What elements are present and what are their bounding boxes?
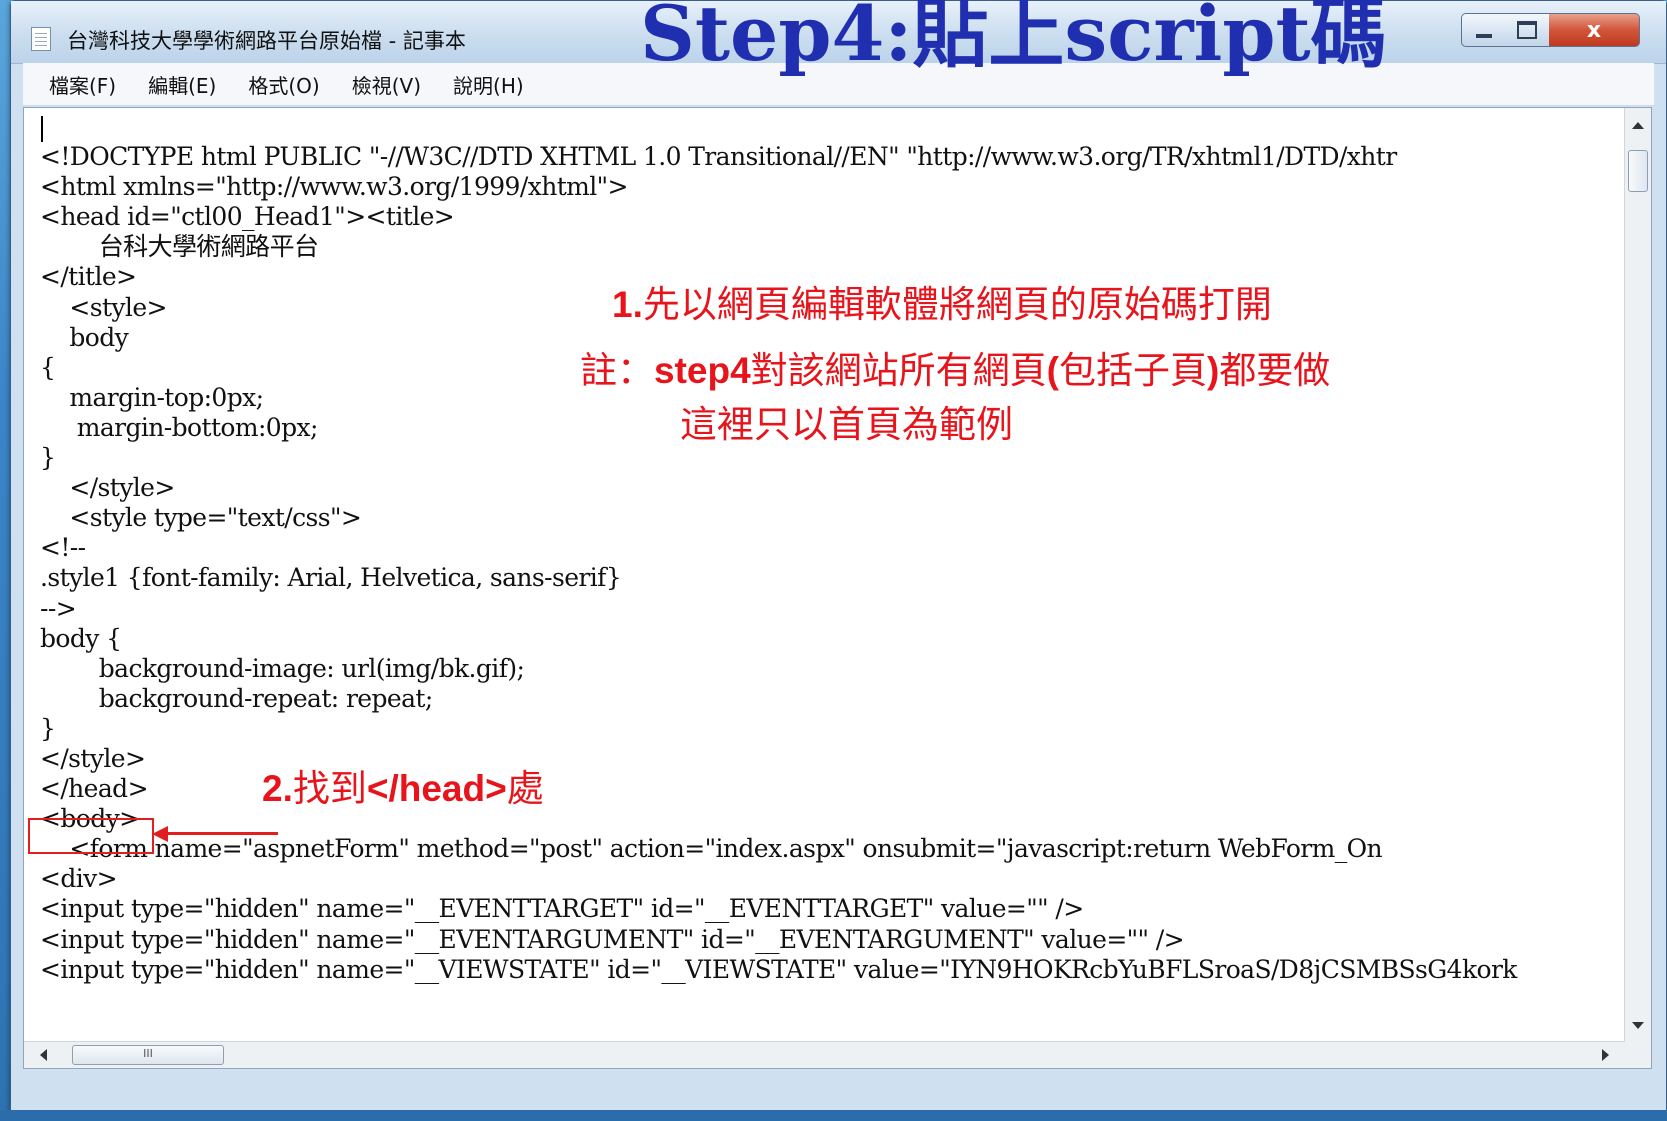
notepad-window: 台灣科技大學學術網路平台原始檔 - 記事本 x 檔案(F) 編輯(E) 格式(O… [10,0,1667,1112]
maximize-button[interactable] [1505,13,1550,47]
code-text[interactable]: <!DOCTYPE html PUBLIC "-//W3C//DTD XHTML… [40,112,1630,1068]
head-tag-highlight-box [28,818,154,854]
code-line: <input type="hidden" name="__EVENTTARGET… [40,894,1084,924]
code-line: <head id="ctl00_Head1"><title> [40,202,455,232]
minimize-button[interactable] [1461,13,1507,47]
code-line: <!DOCTYPE html PUBLIC "-//W3C//DTD XHTML… [40,142,1397,172]
scroll-up-icon[interactable] [1632,122,1644,129]
annotation-step2-text1: 找到 [292,768,367,809]
menu-item-edit[interactable]: 編輯(E) [148,70,216,99]
annotation-step1-number: 1. [612,284,643,325]
scroll-left-icon[interactable] [40,1049,47,1061]
annotation-step2-tag: </head> [366,768,507,809]
annotation-note: 註：step4對該網站所有網頁(包括子頁)都要做 [580,340,1330,394]
horizontal-scrollbar[interactable]: III [24,1041,1625,1068]
code-line: body { [40,623,122,653]
annotation-note-paren-open: ( [1046,350,1059,391]
close-button[interactable]: x [1549,13,1640,47]
code-line: } [40,713,56,743]
annotation-note-line2: 這裡只以首頁為範例 [680,404,1013,445]
menu-item-view[interactable]: 檢視(V) [352,70,421,99]
annotation-note-text2: 包括子頁 [1058,350,1207,391]
code-line: background-image: url(img/bk.gif); [40,653,525,683]
horizontal-scroll-thumb[interactable]: III [72,1045,224,1065]
menu-item-file[interactable]: 檔案(F) [49,70,116,99]
code-line: <html xmlns="http://www.w3.org/1999/xhtm… [40,172,628,202]
annotation-note-text1: 對該網站所有網頁 [750,350,1047,391]
maximize-icon [1517,21,1537,39]
code-line: <!-- [40,533,86,563]
code-line: --> [40,593,77,623]
annotation-note-paren-close: ) [1206,350,1220,391]
annotation-note-prefix: 註： [580,350,654,391]
code-line: <style type="text/css"> [40,503,362,533]
annotation-step2-text2: 處 [506,768,544,809]
annotation-note-step: step4 [654,350,751,391]
code-line: <input type="hidden" name="__EVENTARGUME… [40,924,1185,954]
resize-grip[interactable] [1625,1042,1651,1068]
annotation-note-text3: 都要做 [1219,350,1331,391]
arrow-line [166,832,278,835]
menu-item-help[interactable]: 說明(H) [453,70,524,99]
scroll-right-icon[interactable] [1602,1049,1609,1061]
text-editor[interactable]: <!DOCTYPE html PUBLIC "-//W3C//DTD XHTML… [23,107,1652,1069]
notepad-icon [31,27,51,51]
annotation-step1: 1.先以網頁編輯軟體將網頁的原始碼打開 [612,274,1272,328]
annotation-step1-text: 先以網頁編輯軟體將網頁的原始碼打開 [642,284,1272,325]
vertical-scroll-thumb[interactable] [1628,150,1648,192]
code-line: <form name="aspnetForm" method="post" ac… [40,834,1383,864]
slide-heading: Step4:貼上script碼 [640,0,1387,78]
menu-item-format[interactable]: 格式(O) [248,70,319,99]
close-icon: x [1586,17,1602,43]
scroll-down-icon[interactable] [1632,1022,1644,1029]
code-line: 台科大學術網路平台 [40,232,319,262]
annotation-step2: 2.找到</head>處 [262,758,544,812]
code-line: <div> [40,864,118,894]
vertical-scrollbar[interactable] [1624,108,1651,1043]
slide-bottom-strip [0,1110,1667,1121]
code-line: background-repeat: repeat; [40,683,434,713]
window-title: 台灣科技大學學術網路平台原始檔 - 記事本 [67,29,466,53]
annotation-step2-number: 2. [262,768,293,809]
code-line: </style> [40,473,175,503]
code-line: <input type="hidden" name="__VIEWSTATE" … [40,954,1517,984]
code-line: .style1 {font-family: Arial, Helvetica, … [40,563,622,593]
minimize-icon [1476,34,1492,38]
